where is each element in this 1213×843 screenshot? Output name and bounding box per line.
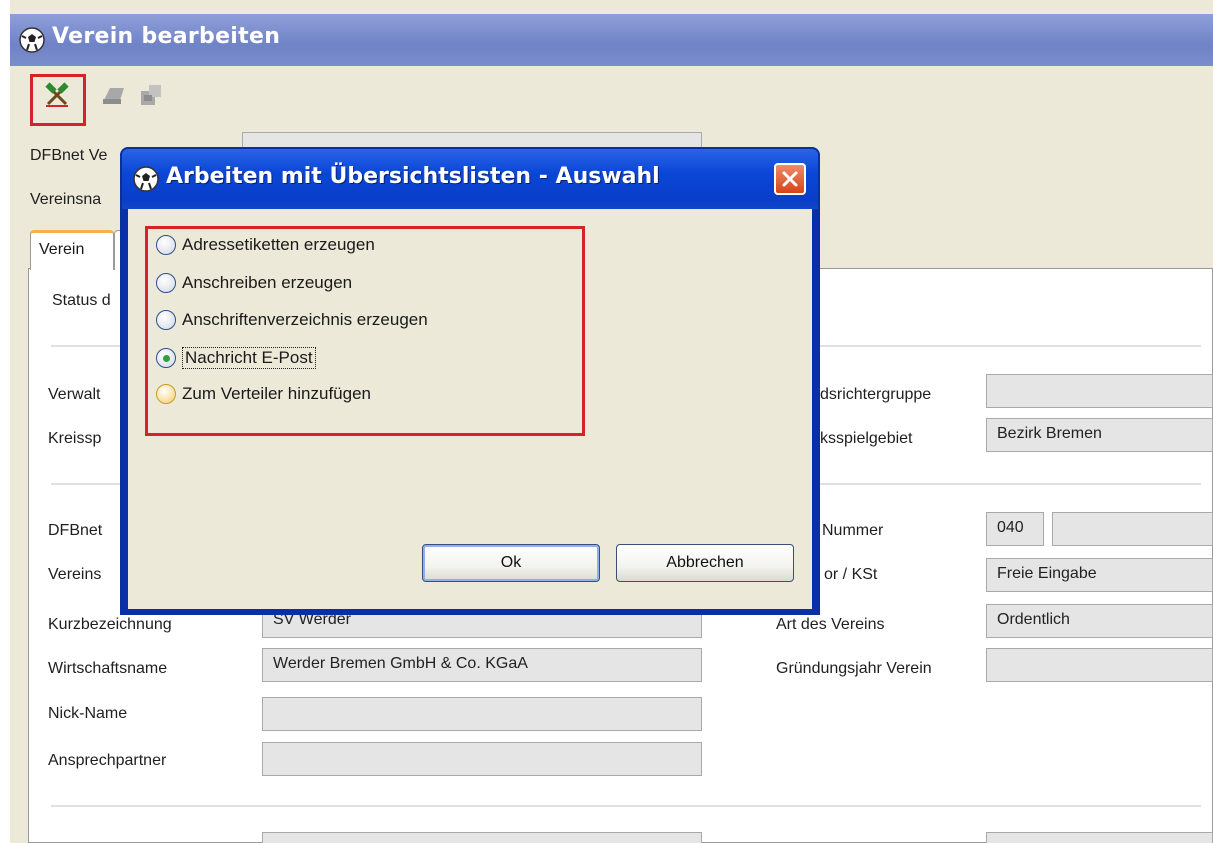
label-nummer: Nummer [822,522,884,539]
option-label: Zum Verteiler hinzufügen [182,384,371,403]
bezirksspielgebiet-field[interactable]: Bezirk Bremen [986,418,1213,452]
radio-button[interactable] [156,384,176,404]
print-button[interactable] [98,80,128,110]
label-kurzbezeichnung: Kurzbezeichnung [48,616,172,633]
label-vereinsname: Vereinsna [30,191,102,208]
cancel-button[interactable]: Abbrechen [616,544,794,582]
window-title: Verein bearbeiten [52,24,281,49]
label-status: Status d [52,292,111,309]
bottom-field[interactable] [262,832,702,843]
dialog-body: Adressetiketten erzeugen Anschreiben erz… [128,209,812,609]
label-dfbnet-verein: DFBnet Ve [30,147,108,164]
kst-select[interactable]: Freie Eingabe [986,558,1213,592]
close-icon [782,171,798,187]
label-vereins: Vereins [48,566,102,583]
selection-dialog: Arbeiten mit Übersichtslisten - Auswahl … [120,147,820,615]
nummer-prefix-field[interactable]: 040 [986,512,1044,546]
tab-verein[interactable]: Verein [30,230,114,270]
dialog-titlebar[interactable]: Arbeiten mit Übersichtslisten - Auswahl [122,149,818,209]
label-bezirksspielgebiet: ksspielgebiet [820,430,913,447]
art-des-vereins-select[interactable]: Ordentlich [986,604,1213,638]
label-nick-name: Nick-Name [48,705,128,722]
option-label: Anschriftenverzeichnis erzeugen [182,310,428,329]
schiedsrichtergruppe-field[interactable] [986,374,1213,408]
gruendungsjahr-field[interactable] [986,648,1213,682]
soccer-ball-icon [19,27,45,53]
option-adressetiketten[interactable]: Adressetiketten erzeugen [156,235,375,255]
label-art-des-vereins: Art des Vereins [776,616,885,633]
window-titlebar[interactable]: Verein bearbeiten [10,14,1213,66]
separator [51,805,1201,807]
label-kst: or / KSt [824,566,878,583]
bottom-right-field[interactable] [986,832,1213,843]
export-icon [141,85,161,105]
option-label: Nachricht E-Post [182,347,316,369]
label-schiedsrichtergruppe: dsrichtergruppe [820,386,932,403]
label-dfbnet: DFBnet [48,522,103,539]
option-label: Adressetiketten erzeugen [182,235,375,254]
soccer-ball-icon [133,166,159,192]
printer-icon [103,88,124,104]
wirtschaftsname-field[interactable]: Werder Bremen GmbH & Co. KGaA [262,648,702,682]
options-highlight [145,226,585,436]
window-edge [0,0,10,843]
option-anschreiben[interactable]: Anschreiben erzeugen [156,273,352,293]
label-gruendungsjahr: Gründungsjahr Verein [776,660,932,677]
nick-name-field[interactable] [262,697,702,731]
dialog-title: Arbeiten mit Übersichtslisten - Auswahl [166,164,660,189]
label-wirtschaftsname: Wirtschaftsname [48,660,168,677]
ok-button[interactable]: Ok [422,544,600,582]
tools-button[interactable] [42,80,72,110]
export-button[interactable] [136,80,166,110]
radio-button[interactable] [156,273,176,293]
radio-button[interactable] [156,235,176,255]
option-verteiler[interactable]: Zum Verteiler hinzufügen [156,384,371,404]
option-anschriftenverzeichnis[interactable]: Anschriftenverzeichnis erzeugen [156,310,428,330]
label-verwaltung: Verwalt [48,386,101,403]
radio-button-selected[interactable] [156,348,176,368]
label-kreisspielgebiet: Kreissp [48,430,102,447]
tools-icon [45,82,69,107]
option-label: Anschreiben erzeugen [182,273,353,292]
label-ansprechpartner: Ansprechpartner [48,752,167,769]
ansprechpartner-field[interactable] [262,742,702,776]
dialog-close-button[interactable] [774,163,806,195]
radio-button[interactable] [156,310,176,330]
nummer-field[interactable] [1052,512,1213,546]
toolbar [10,66,1213,128]
option-nachricht-e-post[interactable]: Nachricht E-Post [156,347,316,369]
